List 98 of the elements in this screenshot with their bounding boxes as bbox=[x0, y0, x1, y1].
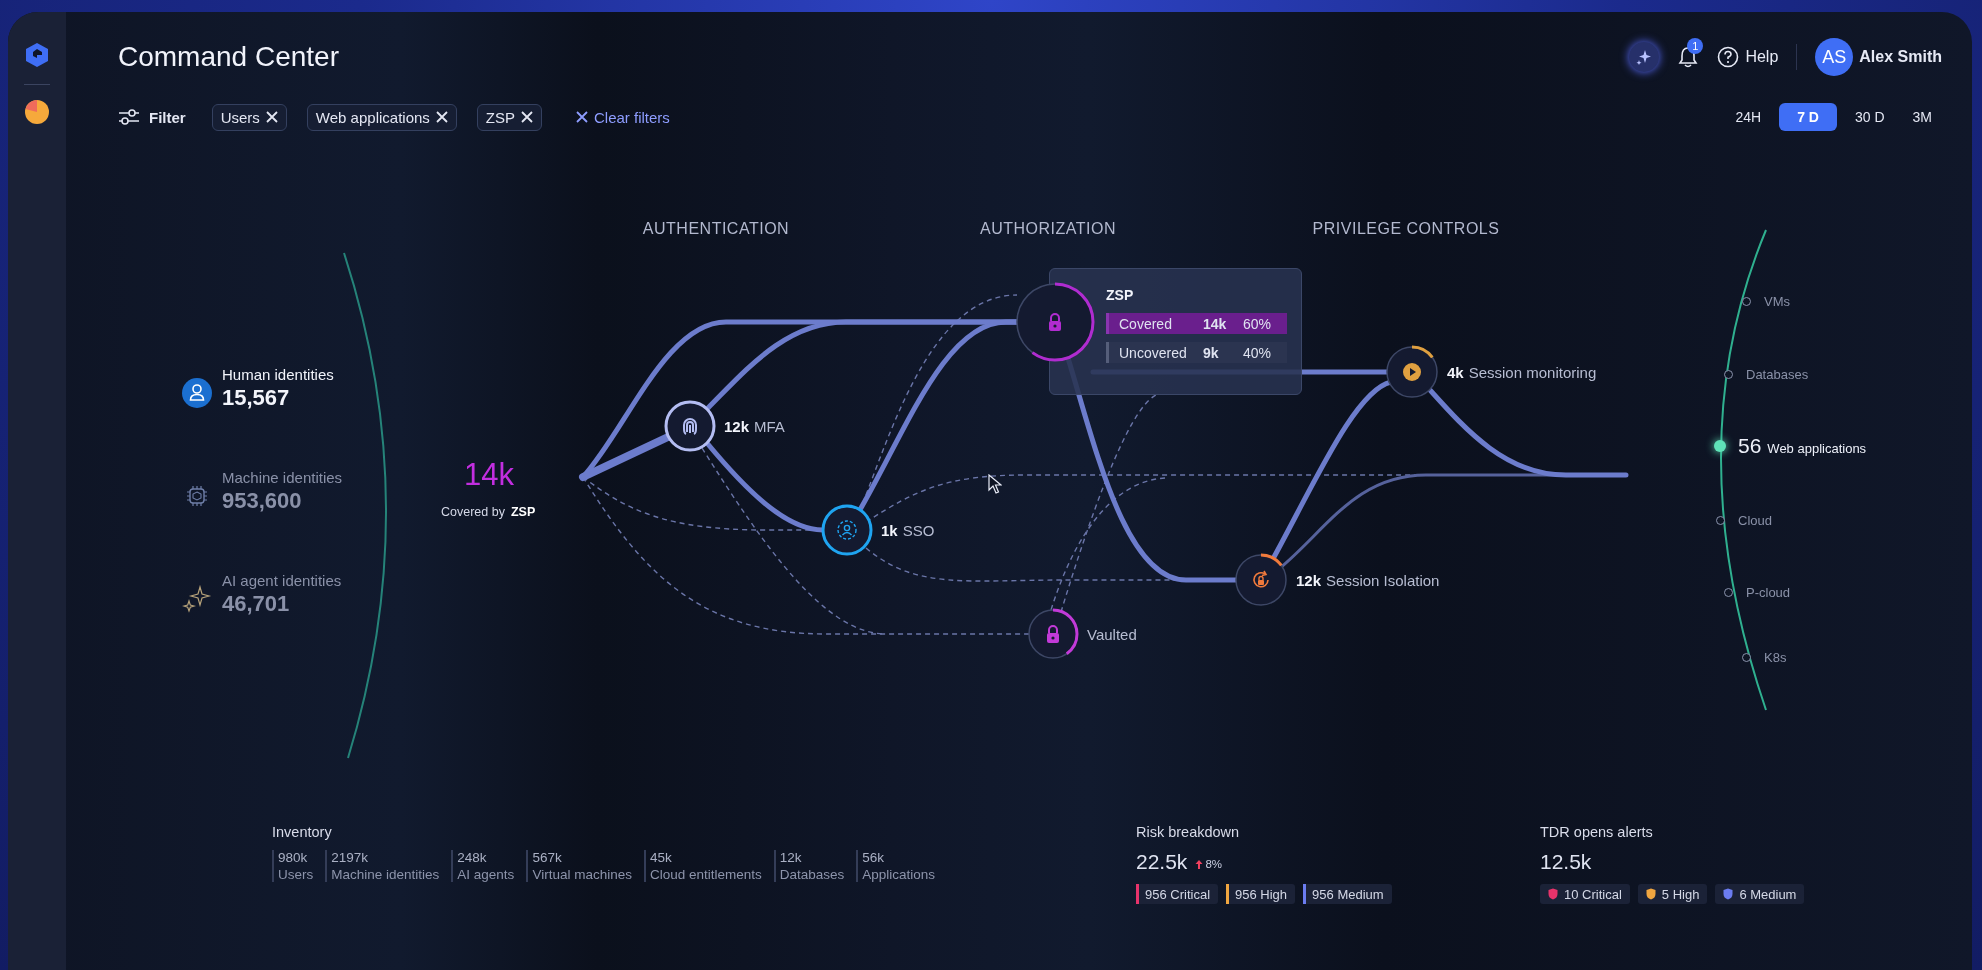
alert-tag: 5 High bbox=[1637, 884, 1708, 904]
help-button[interactable]: Help bbox=[1717, 46, 1779, 68]
node-label: Vaulted bbox=[1087, 625, 1137, 643]
node-label: SSO bbox=[902, 521, 935, 539]
risk-tag: 956 High bbox=[1226, 884, 1296, 904]
inventory-count: 248k bbox=[457, 850, 488, 865]
logo-icon bbox=[25, 42, 49, 68]
sliders-icon bbox=[118, 108, 140, 126]
close-icon bbox=[521, 111, 533, 123]
node-count: 4k bbox=[1447, 363, 1464, 381]
close-icon bbox=[265, 111, 278, 123]
section-title: Inventory bbox=[272, 824, 333, 840]
help-icon bbox=[1717, 46, 1740, 68]
inventory-count: 2197k bbox=[331, 850, 370, 865]
target-count: 56 bbox=[1738, 434, 1762, 458]
inventory-count: 56k bbox=[862, 850, 886, 865]
node-circle[interactable] bbox=[1027, 608, 1079, 660]
identity-label: Human identities bbox=[222, 366, 334, 383]
target-label: Cloud bbox=[1738, 512, 1772, 528]
risk-tag: 956 Critical bbox=[1136, 884, 1219, 904]
close-icon bbox=[435, 111, 448, 123]
target-label: Databases bbox=[1746, 366, 1809, 382]
user-icon bbox=[182, 378, 212, 408]
identity-count: 15,567 bbox=[222, 385, 291, 411]
filter-button[interactable]: Filter bbox=[118, 108, 186, 126]
assistant-button[interactable] bbox=[1629, 42, 1660, 72]
user-menu[interactable]: AS Alex Smith bbox=[1815, 38, 1942, 76]
tooltip-title: ZSP bbox=[1106, 287, 1135, 303]
control-name: ZSP bbox=[510, 505, 536, 519]
identity-count: 46,701 bbox=[222, 591, 291, 617]
time-range-tab[interactable]: 30 D bbox=[1844, 103, 1895, 131]
risk-tag: 956 Medium bbox=[1303, 884, 1392, 904]
target-dot[interactable] bbox=[1714, 440, 1726, 452]
node-count: 1k bbox=[881, 521, 898, 539]
inventory-count: 45k bbox=[649, 850, 673, 865]
close-icon bbox=[576, 111, 588, 123]
inventory-label: Users bbox=[278, 867, 314, 882]
stage-heading: AUTHENTICATION bbox=[642, 220, 790, 238]
target-dot[interactable] bbox=[1741, 652, 1751, 662]
inventory-count: 567k bbox=[532, 850, 563, 865]
stage-heading: AUTHORIZATION bbox=[980, 220, 1116, 238]
node-label: MFA bbox=[754, 417, 785, 435]
node-circle[interactable] bbox=[821, 504, 873, 556]
node-circle[interactable] bbox=[664, 400, 716, 452]
stage-heading: PRIVILEGE CONTROLS bbox=[1312, 220, 1500, 238]
clear-filters-link[interactable]: Clear filters bbox=[576, 108, 670, 126]
inventory-count: 980k bbox=[278, 850, 309, 865]
target-dot[interactable] bbox=[1715, 515, 1725, 525]
app-button[interactable] bbox=[24, 99, 50, 125]
target-label: K8s bbox=[1764, 649, 1787, 665]
pointer-icon bbox=[988, 474, 1002, 494]
target-dot[interactable] bbox=[1741, 296, 1751, 306]
tooltip-row: Uncovered 9k 40% bbox=[1106, 342, 1287, 363]
time-range-tab[interactable]: 24H bbox=[1725, 103, 1772, 131]
target-dot[interactable] bbox=[1723, 369, 1733, 379]
pie-icon bbox=[24, 99, 50, 125]
user-avatar: AS bbox=[1815, 38, 1854, 76]
node-count: 12k bbox=[1296, 571, 1322, 589]
alerts-total: 12.5k bbox=[1540, 850, 1593, 874]
inventory-label: Databases bbox=[779, 867, 845, 882]
filter-chip[interactable]: Users bbox=[211, 103, 287, 131]
user-name: Alex Smith bbox=[1859, 48, 1942, 66]
alert-tag: 6 Medium bbox=[1715, 884, 1805, 904]
section-title: TDR opens alerts bbox=[1540, 824, 1654, 840]
inventory-label: Machine identities bbox=[331, 867, 440, 882]
inventory-count: 12k bbox=[779, 850, 803, 865]
alert-tag: 10 Critical bbox=[1540, 884, 1630, 904]
inventory-label: Applications bbox=[862, 867, 936, 882]
covered-caption: Covered by bbox=[441, 505, 505, 519]
target-label: VMs bbox=[1764, 293, 1790, 309]
identity-label: AI agent identities bbox=[222, 572, 342, 589]
node-circle[interactable] bbox=[1234, 553, 1288, 607]
filter-chip[interactable]: Web applications bbox=[306, 103, 457, 131]
covered-count: 14k bbox=[464, 457, 514, 493]
identity-label: Machine identities bbox=[222, 469, 343, 486]
sparkles-icon bbox=[182, 584, 212, 614]
tooltip-row: Covered 14k 60% bbox=[1106, 313, 1287, 334]
node-circle[interactable] bbox=[1015, 282, 1095, 362]
risk-total: 22.5k bbox=[1136, 850, 1188, 874]
sparkle-icon bbox=[1636, 49, 1653, 65]
identity-count: 953,600 bbox=[222, 488, 303, 514]
target-label: Web applications bbox=[1767, 441, 1867, 456]
node-count: 12k bbox=[724, 417, 750, 435]
notification-badge: 1 bbox=[1687, 38, 1704, 54]
time-range-tab[interactable]: 7 D bbox=[1779, 103, 1837, 131]
inventory-label: AI agents bbox=[457, 867, 515, 882]
node-label: Session Isolation bbox=[1326, 571, 1440, 589]
trend-up-icon bbox=[1195, 859, 1204, 869]
target-label: P-cloud bbox=[1746, 584, 1791, 600]
target-dot[interactable] bbox=[1723, 587, 1733, 597]
filter-chip[interactable]: ZSP bbox=[476, 103, 542, 131]
trend-percent: 8% bbox=[1205, 858, 1222, 870]
section-title: Risk breakdown bbox=[1136, 824, 1241, 840]
page-title: Command Center bbox=[118, 41, 340, 73]
node-label: Session monitoring bbox=[1468, 363, 1597, 381]
inventory-label: Cloud entitlements bbox=[649, 867, 762, 882]
time-range-tab[interactable]: 3M bbox=[1902, 103, 1942, 131]
inventory-label: Virtual machines bbox=[532, 867, 632, 882]
